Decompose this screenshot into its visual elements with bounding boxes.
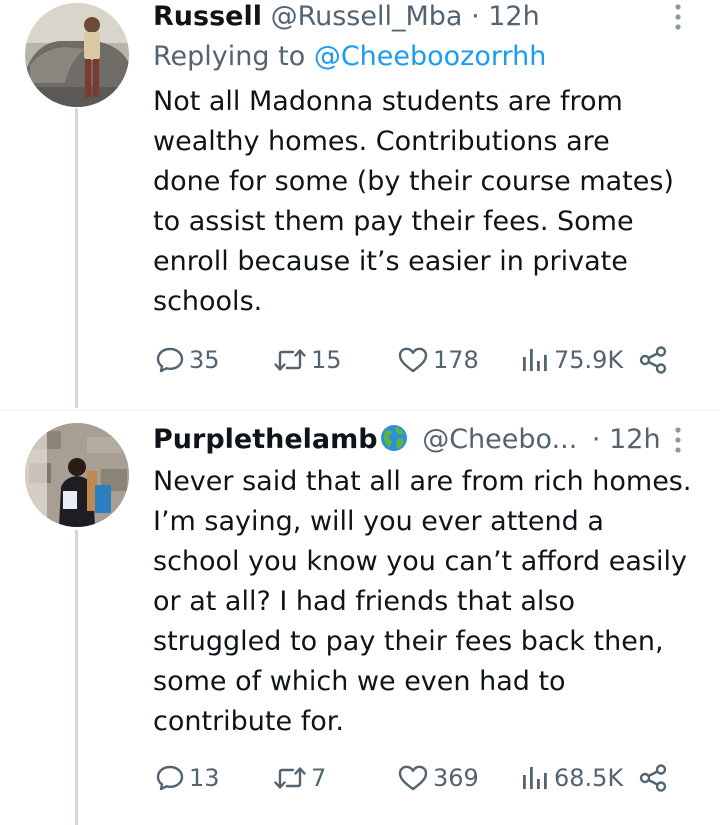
views-button[interactable]: 75.9K bbox=[520, 343, 623, 377]
more-vertical-icon[interactable] bbox=[672, 427, 684, 453]
display-name[interactable]: Russell bbox=[153, 1, 262, 32]
tweet-text-line: struggled to pay their fees back then, bbox=[153, 626, 664, 657]
heart-icon bbox=[398, 347, 428, 373]
tweet-text-line: enroll because it’s easier in private bbox=[153, 246, 628, 277]
tweet-text: Never said that all are from rich homes.… bbox=[153, 462, 713, 742]
tweet-text-line: schools. bbox=[153, 286, 263, 317]
tweet-text-line: done for some (by their course mates) bbox=[153, 166, 674, 197]
share-icon bbox=[639, 346, 667, 374]
tweet-text-line: I’m saying, will you ever attend a bbox=[153, 506, 604, 537]
like-button[interactable]: 178 bbox=[397, 343, 479, 377]
views-icon bbox=[523, 349, 547, 371]
timestamp[interactable]: · 12h bbox=[471, 1, 540, 32]
display-name[interactable]: Purplethelamb bbox=[153, 424, 378, 455]
retweet-button[interactable]: 7 bbox=[273, 761, 326, 795]
tweet-text: Not all Madonna students are from wealth… bbox=[153, 82, 713, 322]
like-button[interactable]: 369 bbox=[397, 761, 479, 795]
user-handle[interactable]: @Cheebo... bbox=[422, 424, 577, 455]
share-icon bbox=[639, 764, 667, 792]
action-bar: 35 15 178 75.9K bbox=[155, 343, 715, 377]
tweet-text-line: school you know you can’t afford easily bbox=[153, 546, 687, 577]
action-bar: 13 7 369 68.5K bbox=[155, 761, 715, 795]
tweet-text-line: wealthy homes. Contributions are bbox=[153, 126, 610, 157]
timestamp[interactable]: · 12h bbox=[592, 424, 661, 455]
like-count: 178 bbox=[433, 346, 479, 374]
replying-to-mention[interactable]: @Cheeboozorrhh bbox=[314, 41, 547, 72]
reply-count: 13 bbox=[189, 764, 220, 792]
tweet-text-line: contribute for. bbox=[153, 706, 344, 737]
views-icon bbox=[523, 767, 547, 789]
reply-button[interactable]: 35 bbox=[155, 343, 220, 377]
thread-line bbox=[75, 530, 78, 825]
share-button[interactable] bbox=[638, 343, 668, 377]
reply-count: 35 bbox=[189, 346, 220, 374]
tweet-russell[interactable]: Russell @Russell_Mba · 12h Replying to @… bbox=[0, 0, 720, 410]
retweet-count: 7 bbox=[311, 764, 327, 792]
tweet-text-line: to assist them pay their fees. Some bbox=[153, 206, 634, 237]
tweet-header: Purplethelamb @Cheebo... · 12h bbox=[153, 423, 661, 461]
tweet-purplethelamb[interactable]: Purplethelamb @Cheebo... · 12h Never sai… bbox=[0, 410, 720, 825]
tweet-header: Russell @Russell_Mba · 12h bbox=[153, 0, 540, 34]
reply-button[interactable]: 13 bbox=[155, 761, 220, 795]
replying-to-label: Replying to bbox=[153, 41, 314, 72]
tweet-text-line: Not all Madonna students are from bbox=[153, 86, 623, 117]
views-button[interactable]: 68.5K bbox=[520, 761, 623, 795]
thread-line bbox=[75, 108, 78, 408]
share-button[interactable] bbox=[638, 761, 668, 795]
reply-icon bbox=[156, 347, 184, 373]
tweet-text-line: some of which we even had to bbox=[153, 666, 566, 697]
more-vertical-icon[interactable] bbox=[672, 4, 684, 30]
retweet-icon bbox=[274, 349, 306, 371]
tweet-text-line: or at all? I had friends that also bbox=[153, 586, 575, 617]
retweet-button[interactable]: 15 bbox=[273, 343, 342, 377]
views-count: 68.5K bbox=[554, 764, 624, 792]
user-handle[interactable]: @Russell_Mba bbox=[271, 1, 463, 32]
avatar[interactable] bbox=[25, 3, 129, 107]
retweet-count: 15 bbox=[311, 346, 342, 374]
like-count: 369 bbox=[433, 764, 479, 792]
views-count: 75.9K bbox=[554, 346, 624, 374]
avatar[interactable] bbox=[25, 423, 129, 527]
heart-icon bbox=[398, 765, 428, 791]
retweet-icon bbox=[274, 767, 306, 789]
tweet-text-line: Never said that all are from rich homes. bbox=[153, 466, 692, 497]
globe-emoji-icon bbox=[380, 424, 408, 461]
replying-to: Replying to @Cheeboozorrhh bbox=[153, 40, 546, 74]
reply-icon bbox=[156, 765, 184, 791]
